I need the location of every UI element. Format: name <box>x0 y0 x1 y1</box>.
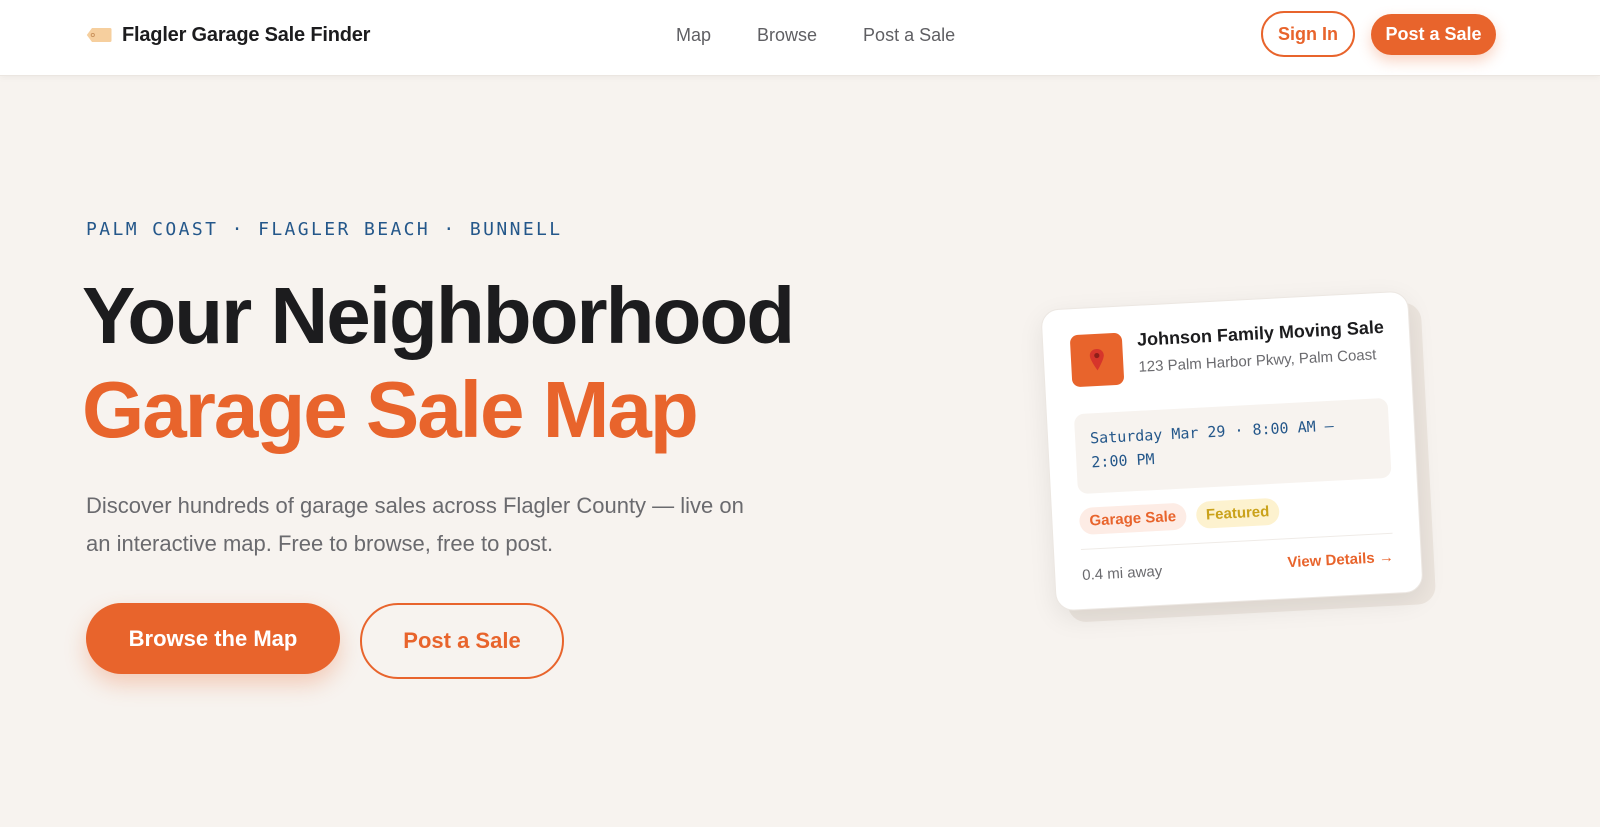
view-details-link[interactable]: View Details → <box>1287 549 1394 572</box>
brand-logo-link[interactable]: Flagler Garage Sale Finder <box>86 20 370 50</box>
map-pin-icon <box>1089 348 1104 371</box>
sign-in-button[interactable]: Sign In <box>1261 11 1355 57</box>
top-navigation-bar: Flagler Garage Sale Finder Map Browse Po… <box>0 0 1600 76</box>
sale-icon-tile <box>1069 332 1125 388</box>
card-divider <box>1080 532 1393 551</box>
post-a-sale-hero-button[interactable]: Post a Sale <box>360 603 564 679</box>
post-a-sale-header-button[interactable]: Post a Sale <box>1371 14 1496 55</box>
hero-title-line-2: Garage Sale Map <box>82 365 699 454</box>
sale-preview-card-container: Johnson Family Moving Sale 123 Palm Harb… <box>1040 290 1437 623</box>
price-tag-icon <box>86 28 112 42</box>
hero-title-line-1: Your Neighborhood <box>82 271 795 360</box>
sale-badges: Garage Sale Featured <box>1078 497 1280 536</box>
nav-link-browse[interactable]: Browse <box>757 25 817 46</box>
nav-link-post-a-sale[interactable]: Post a Sale <box>863 25 955 46</box>
nav-link-map[interactable]: Map <box>676 25 711 46</box>
sale-date-time: Saturday Mar 29 · 8:00 AM – 2:00 PM <box>1073 397 1392 495</box>
main-nav: Map Browse Post a Sale <box>676 22 955 48</box>
brand-name: Flagler Garage Sale Finder <box>122 23 371 46</box>
badge-featured: Featured <box>1195 497 1280 529</box>
browse-the-map-button[interactable]: Browse the Map <box>86 603 340 674</box>
hero-eyebrow: PALM COAST · FLAGLER BEACH · BUNNELL <box>86 219 563 240</box>
sale-distance: 0.4 mi away <box>1081 562 1163 584</box>
badge-garage-sale: Garage Sale <box>1078 502 1187 536</box>
sale-preview-card[interactable]: Johnson Family Moving Sale 123 Palm Harb… <box>1040 290 1424 612</box>
hero-description: Discover hundreds of garage sales across… <box>86 493 744 556</box>
